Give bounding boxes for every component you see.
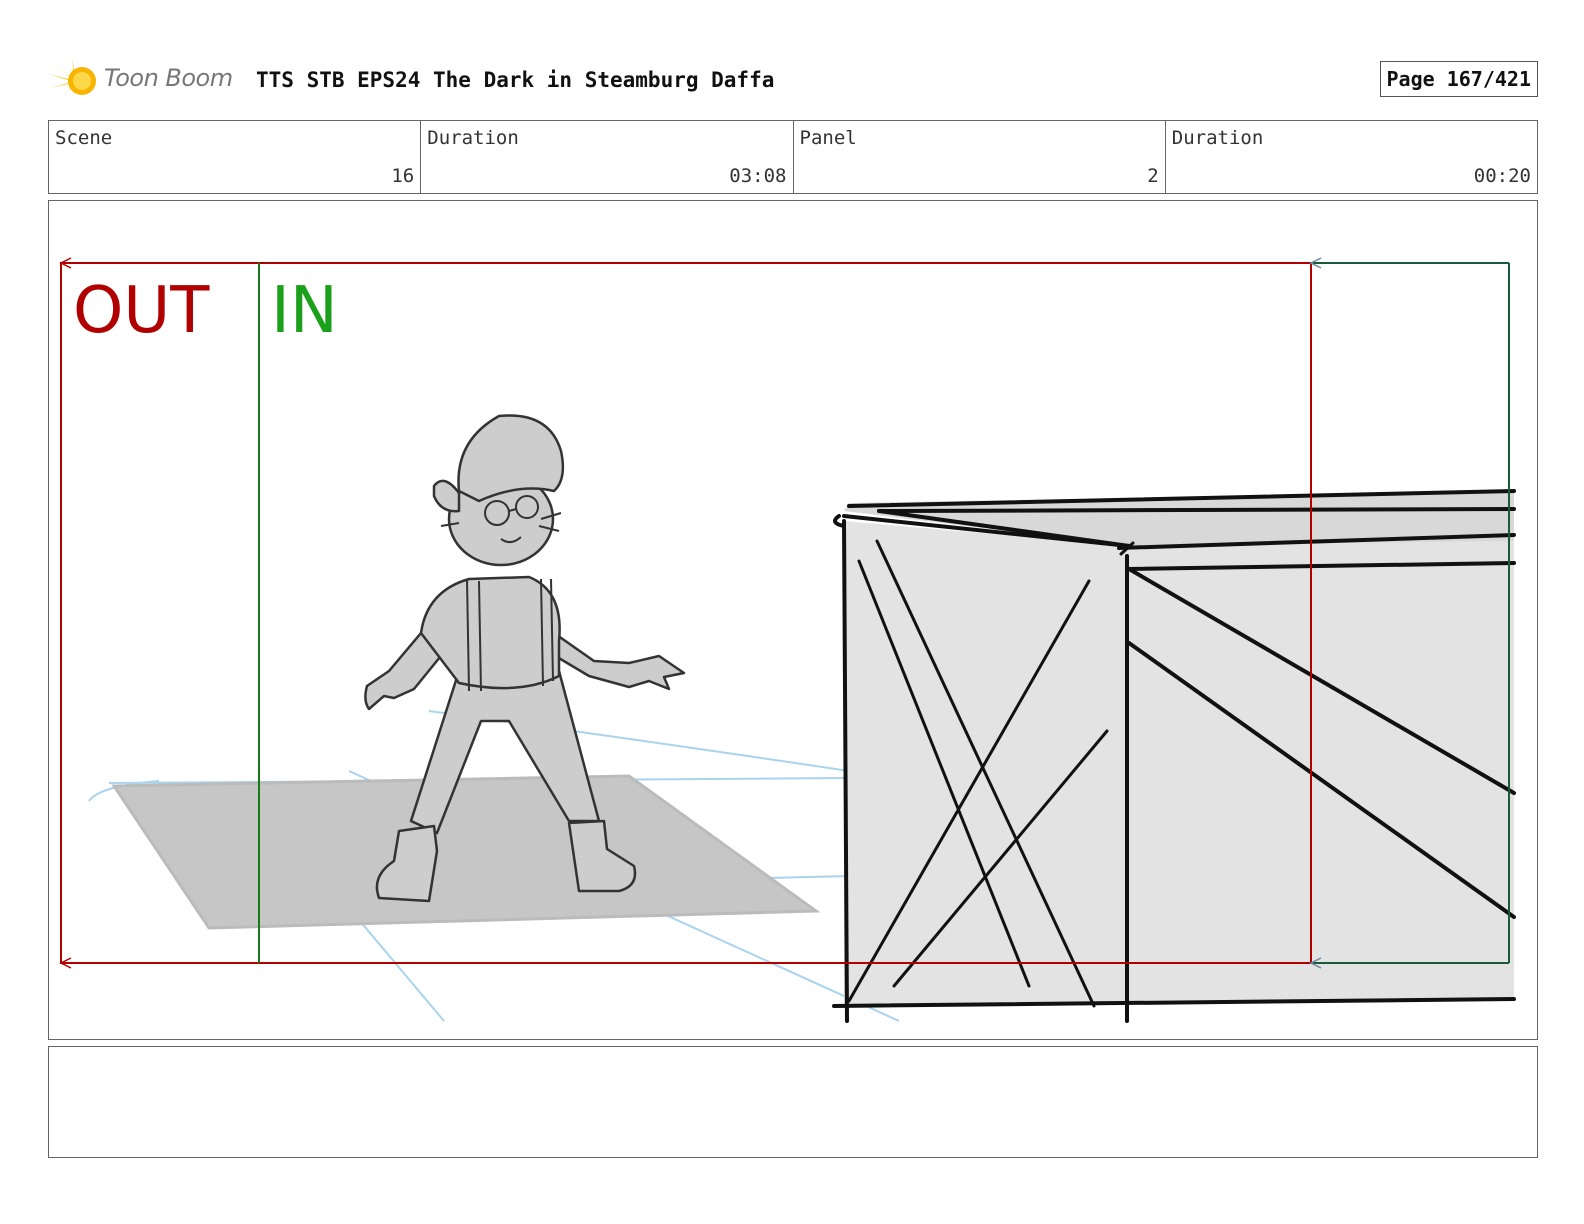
panel-duration-cell: Duration 00:20 [1166, 121, 1537, 193]
toon-boom-logo: Toon Boom [48, 56, 248, 106]
storyboard-panel: OUT IN [48, 200, 1538, 1040]
crate-drawing [832, 489, 1516, 1023]
panel-duration-value: 00:20 [1473, 165, 1531, 187]
scene-info-table: Scene 16 Duration 03:08 Panel 2 Duration… [48, 120, 1538, 194]
panel-duration-label: Duration [1171, 127, 1264, 149]
panel-value: 2 [1147, 165, 1159, 187]
panel-cell: Panel 2 [794, 121, 1166, 193]
floor-shadow [111, 774, 821, 930]
in-label: IN [271, 274, 338, 348]
logo-text: Toon Boom [104, 64, 233, 92]
page-number: Page 167/421 [1379, 61, 1538, 97]
project-title: TTS STB EPS24 The Dark in Steamburg Daff… [256, 68, 775, 92]
starburst-icon [48, 58, 96, 102]
panel-notes-box [48, 1046, 1538, 1158]
scene-duration-label: Duration [427, 127, 519, 149]
scene-cell: Scene 16 [49, 121, 422, 193]
scene-value: 16 [391, 165, 415, 187]
scene-duration-cell: Duration 03:08 [421, 121, 794, 193]
out-label: OUT [73, 274, 210, 348]
page-header: Toon Boom TTS STB EPS24 The Dark in Stea… [48, 56, 1538, 106]
panel-label: Panel [799, 127, 857, 149]
scene-label: Scene [55, 127, 113, 149]
scene-duration-value: 03:08 [729, 165, 787, 187]
